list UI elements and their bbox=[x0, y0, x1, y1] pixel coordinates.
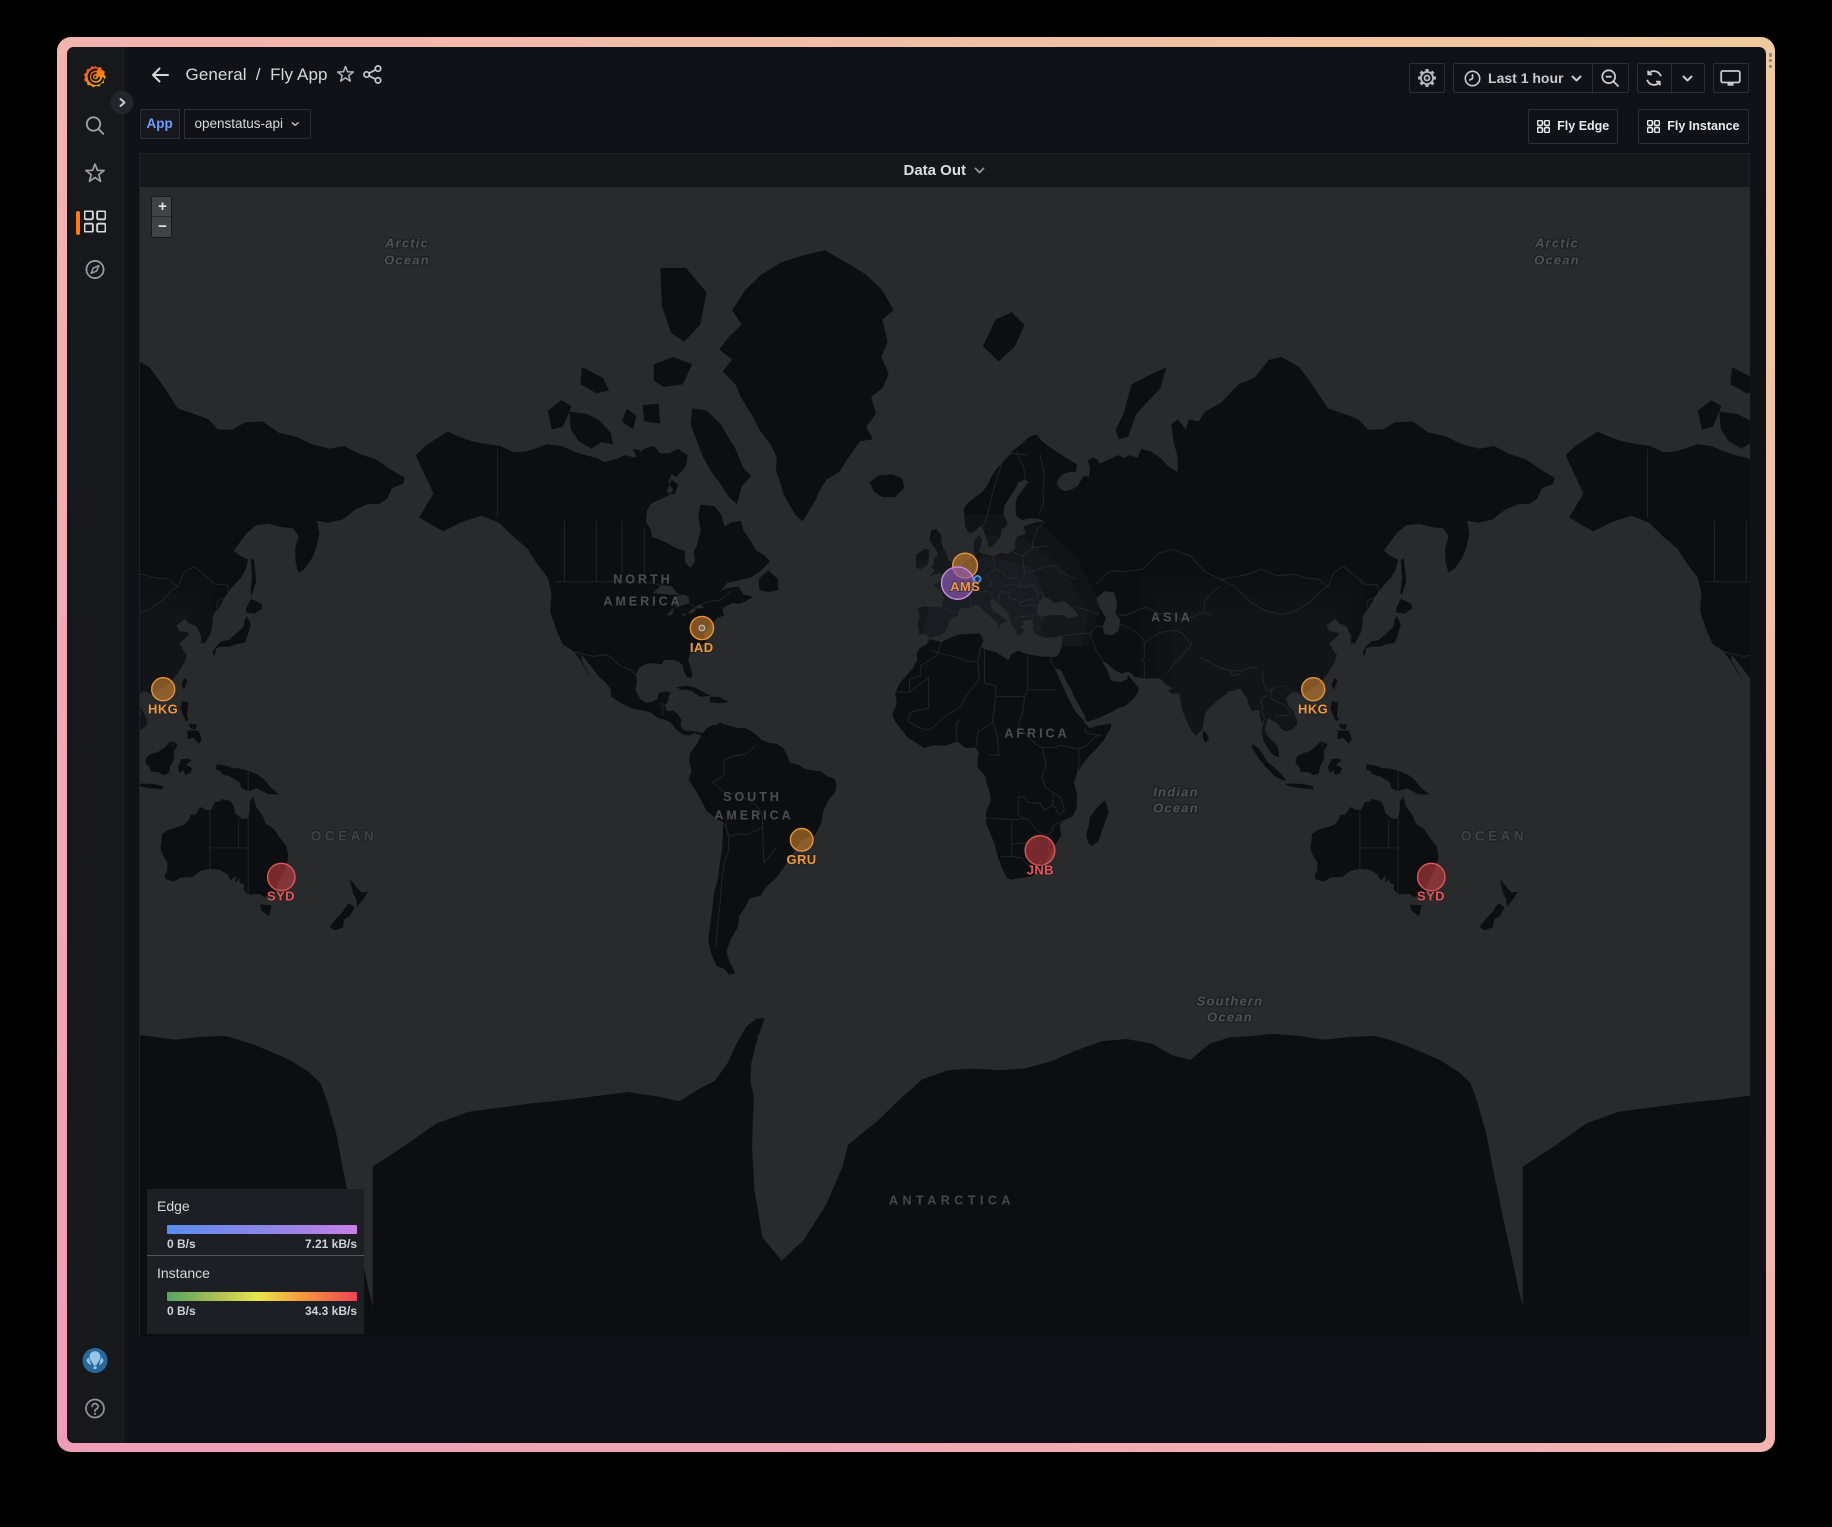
svg-text:SYD: SYD bbox=[267, 888, 295, 903]
svg-text:AFRICA: AFRICA bbox=[1004, 726, 1069, 740]
svg-text:HKG: HKG bbox=[148, 701, 178, 716]
svg-text:IAD: IAD bbox=[690, 640, 714, 655]
svg-text:HKG: HKG bbox=[1298, 701, 1328, 716]
svg-text:Southern: Southern bbox=[1197, 993, 1264, 1008]
svg-text:GRU: GRU bbox=[786, 852, 816, 867]
svg-text:Arctic: Arctic bbox=[384, 235, 429, 250]
svg-text:AMERICA: AMERICA bbox=[603, 594, 682, 608]
svg-text:Ocean: Ocean bbox=[1207, 1009, 1253, 1024]
svg-text:AMS: AMS bbox=[950, 579, 980, 594]
svg-text:Ocean: Ocean bbox=[1153, 800, 1199, 815]
svg-text:OCEAN: OCEAN bbox=[1461, 828, 1527, 843]
svg-text:AMERICA: AMERICA bbox=[714, 808, 793, 822]
svg-text:SOUTH: SOUTH bbox=[723, 790, 782, 804]
svg-text:ASIA: ASIA bbox=[1151, 610, 1193, 624]
svg-text:Indian: Indian bbox=[1153, 784, 1198, 799]
svg-text:ANTARCTICA: ANTARCTICA bbox=[889, 1193, 1015, 1207]
svg-text:SYD: SYD bbox=[1417, 888, 1445, 903]
svg-text:NORTH: NORTH bbox=[613, 572, 672, 586]
svg-text:Ocean: Ocean bbox=[1534, 252, 1580, 267]
svg-text:Arctic: Arctic bbox=[1534, 235, 1579, 250]
svg-text:OCEAN: OCEAN bbox=[311, 828, 377, 843]
svg-text:JNB: JNB bbox=[1027, 862, 1054, 877]
svg-text:Ocean: Ocean bbox=[384, 252, 430, 267]
